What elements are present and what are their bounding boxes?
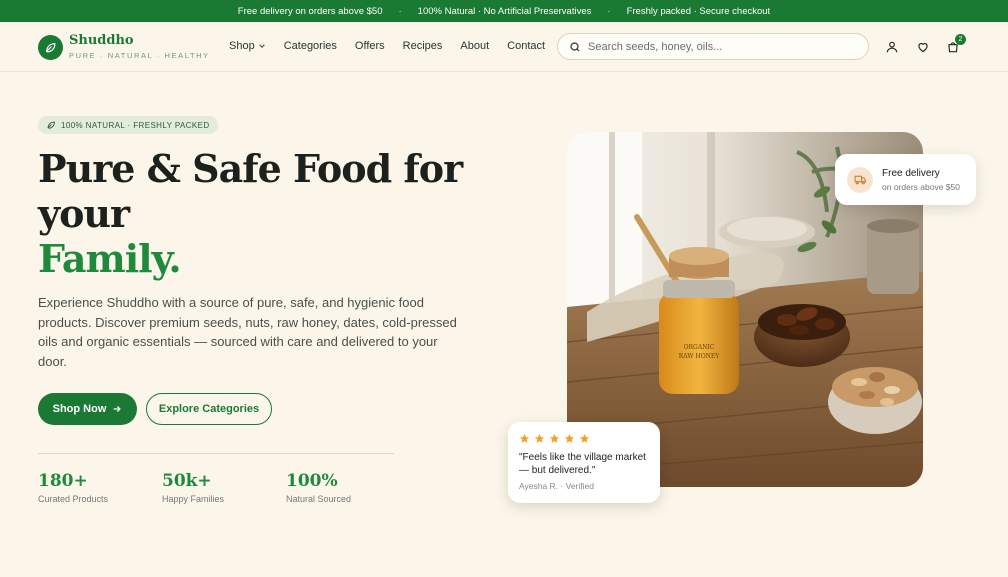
chevron-down-icon <box>258 44 265 49</box>
nav-offers[interactable]: Offers <box>355 40 385 52</box>
review-quote: "Feels like the village market — but del… <box>519 452 646 476</box>
nav-menu: Shop Categories Offers Recipes About Con… <box>229 40 545 52</box>
user-icon[interactable] <box>883 38 901 56</box>
explore-categories-button[interactable]: Explore Categories <box>146 393 272 425</box>
nav-categories[interactable]: Categories <box>284 40 337 52</box>
delivery-card-subtitle: on orders above $50 <box>882 181 960 192</box>
delivery-card-title: Free delivery <box>882 167 940 179</box>
separator: · <box>607 5 611 17</box>
star-icon <box>564 433 575 443</box>
stat-label: Natural Sourced <box>286 494 352 504</box>
stat-families: 50k+ Happy Families <box>162 471 224 504</box>
nav-contact[interactable]: Contact <box>507 40 545 52</box>
brand-tagline: PURE · NATURAL · HEALTHY <box>69 51 210 60</box>
arrow-right-icon <box>114 406 122 412</box>
hero-description: Experience Shuddho with a source of pure… <box>38 295 457 369</box>
stat-label: Curated Products <box>38 494 109 504</box>
announcement-bar: Free delivery on orders above $50 · 100%… <box>0 0 1008 22</box>
shop-now-button[interactable]: Shop Now <box>38 393 137 425</box>
rating-stars <box>519 433 660 444</box>
nav-shop-label: Shop <box>229 40 255 52</box>
star-icon <box>519 433 530 443</box>
search-icon <box>570 41 580 51</box>
nav-about[interactable]: About <box>460 40 489 52</box>
star-icon <box>579 433 590 443</box>
leaf-icon <box>47 121 55 129</box>
announcement-natural: 100% Natural · No Artificial Preservativ… <box>417 5 592 17</box>
stats-divider <box>38 453 394 454</box>
jar-label-text: ORGANIC <box>684 344 715 351</box>
headline-main: Pure & Safe Food for your <box>38 146 463 236</box>
nav-recipes[interactable]: Recipes <box>403 40 443 52</box>
review-card: "Feels like the village market — but del… <box>508 422 660 503</box>
leaf-icon <box>38 34 63 60</box>
separator: · <box>398 5 402 17</box>
cart-count-badge: 2 <box>955 34 966 45</box>
announcement-checkout: Freshly packed · Secure checkout <box>626 5 771 17</box>
shop-now-label: Shop Now <box>52 403 107 415</box>
stat-value: 50k+ <box>162 471 212 491</box>
brand-name: Shuddho <box>69 33 134 48</box>
announcement-delivery: Free delivery on orders above $50 <box>237 5 383 17</box>
stat-natural: 100% Natural Sourced <box>286 471 351 504</box>
truck-icon <box>847 166 873 193</box>
stat-products: 180+ Curated Products <box>38 471 108 504</box>
stat-value: 100% <box>286 471 338 491</box>
review-author: Ayesha R. · Verified <box>519 481 594 491</box>
natural-badge-label: 100% NATURAL · FRESHLY PACKED <box>61 120 210 130</box>
search-bar <box>557 33 869 60</box>
main-navbar: Shuddho PURE · NATURAL · HEALTHY Shop Ca… <box>0 22 1008 72</box>
star-icon <box>549 433 560 443</box>
headline-accent: Family. <box>38 236 182 281</box>
hero-headline: Pure & Safe Food for your Family. <box>38 146 478 281</box>
brand-logo[interactable]: Shuddho PURE · NATURAL · HEALTHY <box>38 34 210 60</box>
stat-value: 180+ <box>38 471 88 491</box>
star-icon <box>534 433 545 443</box>
search-input[interactable] <box>588 40 858 53</box>
jar-label-text: RAW HONEY <box>679 353 720 360</box>
nav-shop[interactable]: Shop <box>229 40 266 52</box>
free-delivery-card: Free delivery on orders above $50 <box>835 154 976 205</box>
stat-label: Happy Families <box>162 494 225 504</box>
heart-icon[interactable] <box>914 38 932 56</box>
natural-badge: 100% NATURAL · FRESHLY PACKED <box>38 116 218 134</box>
